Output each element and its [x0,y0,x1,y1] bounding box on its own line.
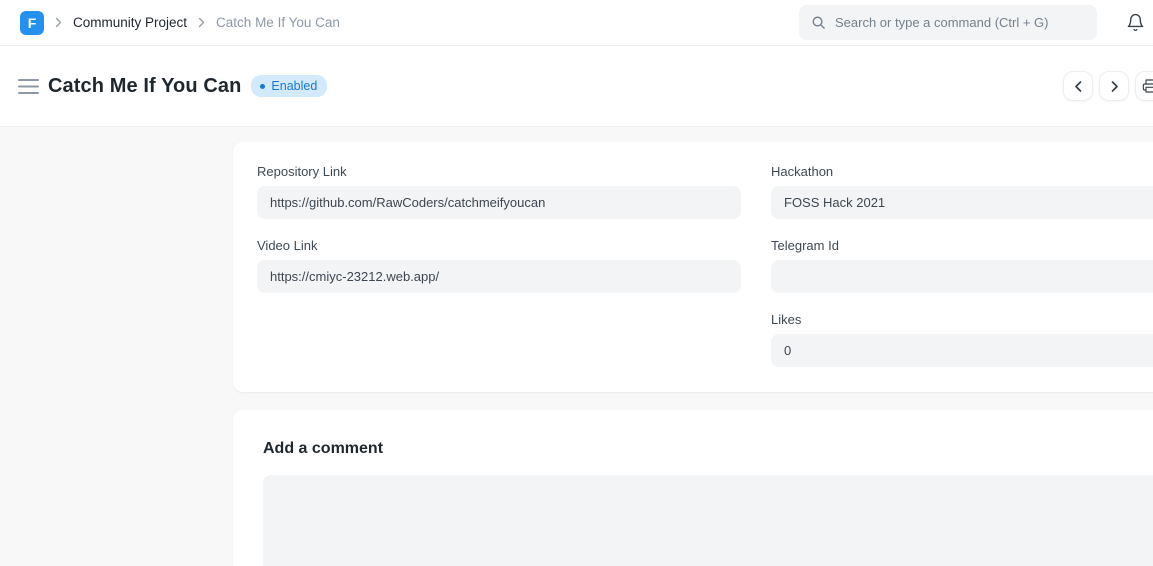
previous-document-button[interactable] [1063,71,1093,101]
form-left-column: Repository Link Video Link [257,164,741,386]
next-document-button[interactable] [1099,71,1129,101]
video-link-input[interactable] [257,260,741,293]
field-likes: Likes [771,312,1153,367]
global-search[interactable] [799,5,1097,40]
breadcrumb: F Community Project Catch Me If You Can [20,11,340,35]
repository-link-label: Repository Link [257,164,741,179]
add-comment-heading: Add a comment [263,440,1153,458]
likes-input[interactable] [771,334,1153,367]
status-badge-label: Enabled [271,80,317,93]
chevron-left-icon [1072,80,1085,93]
chevron-right-icon [1108,80,1121,93]
status-badge: Enabled [251,75,327,98]
search-icon [811,15,826,30]
comment-input[interactable] [263,475,1153,566]
form-grid: Repository Link Video Link Hackathon Tel… [257,164,1153,386]
menu-icon[interactable] [18,78,39,95]
field-hackathon: Hackathon [771,164,1153,219]
page-header: Catch Me If You Can Enabled [0,46,1153,127]
telegram-id-label: Telegram Id [771,238,1153,253]
telegram-id-input[interactable] [771,260,1153,293]
navbar-right [799,5,1147,40]
status-dot-icon [260,84,265,89]
print-button[interactable] [1135,71,1153,101]
field-telegram-id: Telegram Id [771,238,1153,293]
header-actions [1063,71,1153,101]
likes-label: Likes [771,312,1153,327]
bell-icon[interactable] [1126,13,1145,32]
hackathon-input[interactable] [771,186,1153,219]
search-input[interactable] [835,15,1085,30]
page-title: Catch Me If You Can [48,75,241,98]
chevron-right-icon [55,17,62,28]
breadcrumb-current-doc: Catch Me If You Can [216,15,340,30]
chevron-right-icon [198,17,205,28]
field-video-link: Video Link [257,238,741,293]
frappe-logo-icon[interactable]: F [20,11,44,35]
printer-icon [1142,78,1153,94]
form-right-column: Hackathon Telegram Id Likes [771,164,1153,386]
video-link-label: Video Link [257,238,741,253]
comments-section-card: Add a comment [233,410,1153,566]
repository-link-input[interactable] [257,186,741,219]
top-navbar: F Community Project Catch Me If You Can [0,0,1153,46]
form-body: Repository Link Video Link Hackathon Tel… [0,127,1153,566]
field-repository-link: Repository Link [257,164,741,219]
form-section-card: Repository Link Video Link Hackathon Tel… [233,142,1153,392]
breadcrumb-community-project[interactable]: Community Project [73,15,187,30]
hackathon-label: Hackathon [771,164,1153,179]
